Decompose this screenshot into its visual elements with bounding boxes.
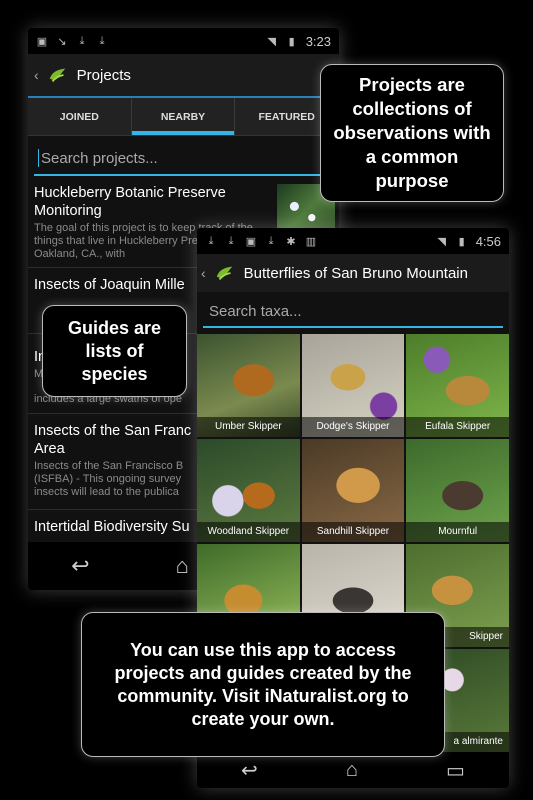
status-time: 4:56 — [475, 233, 501, 249]
back-arrow-icon[interactable]: ↩ — [241, 758, 258, 783]
image-notification-icon: ▣ — [245, 235, 257, 248]
home-icon[interactable]: ⌂ — [346, 759, 358, 782]
text-cursor — [38, 149, 39, 167]
app-notification-icon: ✱ — [286, 235, 296, 248]
community-callout: You can use this app to access projects … — [81, 612, 445, 757]
project-title: Insects of the San Franc Area — [34, 423, 192, 457]
projects-callout: Projects are collections of observations… — [320, 64, 504, 202]
recent-apps-icon[interactable]: ▭ — [446, 758, 465, 783]
taxon-name: Mournful — [406, 522, 509, 542]
taxon-tile[interactable]: Sandhill Skipper — [301, 439, 405, 542]
search-taxa-input[interactable]: Search taxa... — [203, 296, 503, 328]
action-bar: ‹ Projects — [28, 54, 339, 96]
guide-title: Butterflies of San Bruno Mountain — [243, 264, 468, 282]
search-placeholder: Search taxa... — [209, 302, 302, 320]
taxon-tile[interactable]: Umber Skipper — [197, 334, 300, 437]
search-projects-input[interactable]: Search projects... — [34, 142, 333, 176]
image-notification-icon: ▣ — [36, 35, 48, 48]
taxon-name: Umber Skipper — [197, 417, 300, 437]
wifi-icon: ◥ — [267, 35, 276, 48]
wifi-icon: ◥ — [437, 235, 446, 248]
project-title: Huckleberry Botanic Preserve Monitoring — [34, 185, 226, 219]
battery-icon: ▮ — [288, 35, 295, 48]
taxon-name: Sandhill Skipper — [301, 522, 405, 542]
chevron-left-icon[interactable]: ‹ — [34, 67, 39, 83]
tab-nearby[interactable]: NEARBY — [131, 98, 236, 135]
download-icon: ⤓ — [99, 34, 105, 47]
status-bar: ⤓ ⤓ ▣ ⤓ ✱ ▥ ◥ ▮ 4:56 — [197, 228, 509, 254]
battery-icon: ▮ — [458, 235, 465, 248]
taxon-tile[interactable]: Dodge's Skipper — [301, 334, 405, 437]
download-icon: ↘ — [57, 35, 67, 48]
guides-callout: Guides are lists of species — [42, 305, 187, 397]
chevron-left-icon[interactable]: ‹ — [201, 265, 206, 281]
project-tabs: JOINED NEARBY FEATURED — [28, 96, 339, 136]
taxon-tile[interactable]: Mournful — [406, 439, 509, 542]
project-description: Insects of the San Francisco B (ISFBA) -… — [34, 460, 184, 498]
back-arrow-icon[interactable]: ↩ — [71, 553, 89, 579]
download-icon: ⤓ — [79, 34, 85, 47]
status-bar: ▣ ↘ ⤓ ⤓ ◥ ▮ 3:23 — [28, 28, 339, 54]
page-title: Projects — [76, 66, 131, 84]
status-time: 3:23 — [305, 33, 331, 49]
action-bar: ‹ Butterflies of San Bruno Mountain — [197, 254, 509, 292]
download-icon: ⤓ — [208, 234, 214, 247]
inaturalist-logo-icon[interactable] — [47, 64, 69, 86]
tab-joined[interactable]: JOINED — [28, 98, 132, 135]
download-icon: ⤓ — [268, 234, 274, 247]
taxon-tile[interactable]: Woodland Skipper — [197, 439, 300, 542]
navigation-bar: ↩ ⌂ ▭ — [197, 752, 509, 788]
taxon-name: Eufala Skipper — [406, 417, 509, 437]
barcode-icon: ▥ — [305, 235, 317, 248]
search-placeholder: Search projects... — [41, 149, 158, 167]
taxon-tile[interactable]: Eufala Skipper — [406, 334, 509, 437]
taxon-name: Woodland Skipper — [197, 522, 300, 542]
taxon-name: Dodge's Skipper — [301, 417, 405, 437]
home-icon[interactable]: ⌂ — [176, 553, 189, 579]
inaturalist-logo-icon[interactable] — [214, 262, 236, 284]
download-icon: ⤓ — [228, 234, 234, 247]
